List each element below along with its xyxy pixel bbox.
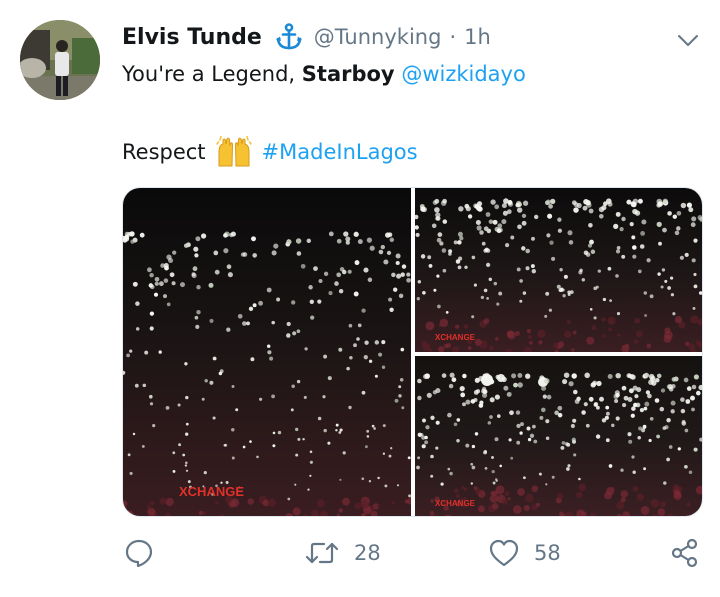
concert-photo-bottom-right[interactable]: XCHANGE (415, 356, 702, 516)
avatar[interactable] (20, 20, 100, 100)
like-button[interactable]: 58 (488, 538, 561, 568)
watermark: XCHANGE (435, 499, 476, 508)
share-button[interactable] (670, 538, 700, 568)
tweet-text-line-2: Respect #MadeInLagos (122, 135, 418, 168)
raising-hands-emoji (215, 135, 252, 168)
tweet-header: Elvis Tunde @Tunnyking · 1h (122, 20, 491, 54)
anchor-icon (274, 22, 304, 52)
retweet-icon (305, 542, 339, 564)
concert-photo-large[interactable]: XCHANGE (123, 188, 411, 516)
like-count: 58 (534, 541, 561, 565)
author-handle[interactable]: @Tunnyking (314, 25, 442, 49)
retweet-button[interactable]: 28 (304, 538, 381, 568)
tweet-text-bold: Starboy (301, 62, 395, 86)
watermark: XCHANGE (435, 333, 476, 342)
concert-photo-large-image: XCHANGE (123, 188, 411, 516)
media-grid: XCHANGE XCHANGE XCHANGE (122, 187, 703, 517)
share-icon (671, 538, 698, 568)
separator-dot: · (449, 25, 457, 49)
watermark: XCHANGE (179, 484, 244, 499)
tweet-text-line-1: You're a Legend, Starboy @wizkidayo (122, 62, 526, 86)
tweet-text-respect: Respect (122, 140, 206, 164)
tweet-actions: 28 58 (0, 534, 720, 574)
hashtag-link[interactable]: #MadeInLagos (262, 140, 418, 164)
author-name[interactable]: Elvis Tunde (122, 25, 262, 50)
concert-photo-top-right-image: XCHANGE (415, 188, 702, 352)
retweet-count: 28 (354, 541, 381, 565)
concert-photo-bottom-right-image: XCHANGE (415, 356, 702, 516)
mention-link[interactable]: @wizkidayo (401, 62, 526, 86)
concert-photo-top-right[interactable]: XCHANGE (415, 188, 702, 352)
tweet-timestamp[interactable]: 1h (464, 25, 491, 49)
tweet-text-prefix: You're a Legend, (122, 62, 302, 86)
reply-icon (125, 539, 153, 568)
chevron-down-icon[interactable] (676, 28, 700, 52)
like-icon (489, 539, 519, 567)
reply-button[interactable] (124, 538, 168, 568)
